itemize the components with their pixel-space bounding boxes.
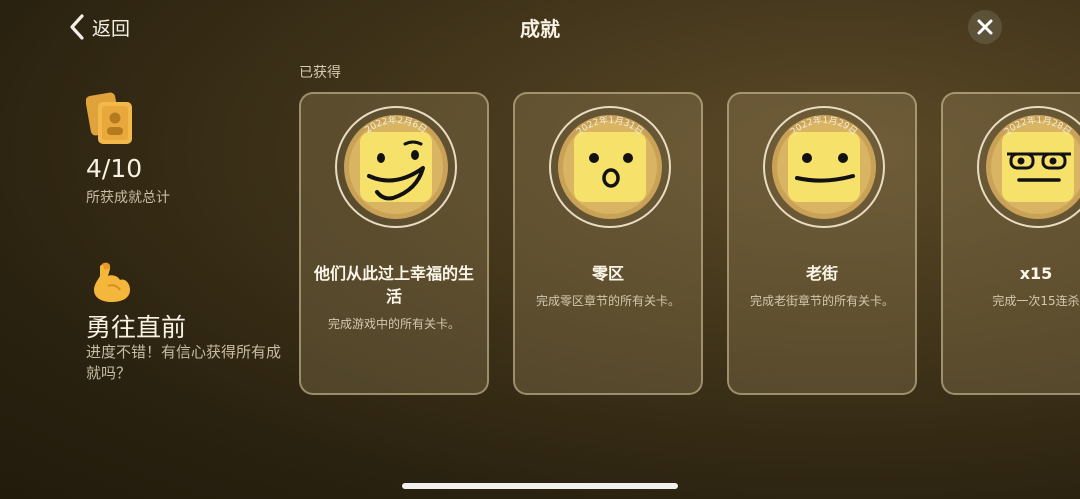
achievement-description: 完成一次15连杀 (992, 294, 1080, 308)
achievement-count-label: 所获成就总计 (86, 190, 170, 206)
achievement-title: 他们从此过上幸福的生活 (313, 264, 474, 306)
achievement-card[interactable]: 2022年2月6日 他们从此过上幸福的生活 完成游戏中的所有关卡。 (299, 92, 489, 395)
achievement-title: 零区 (591, 264, 624, 283)
achievement-description: 完成游戏中的所有关卡。 (327, 317, 460, 331)
achievement-title: 老街 (805, 264, 838, 283)
motto-description: 进度不错！有信心获得所有成就吗？ (86, 343, 282, 382)
section-label-earned: 已获得 (299, 65, 341, 81)
surprised-face-badge-icon: 2022年1月31日 (549, 106, 671, 228)
flexed-biceps-icon (94, 262, 130, 302)
achievement-title: x15 (1019, 264, 1053, 283)
achievement-summary: 4/10 所获成就总计 勇往直前 进度不错！有信心获得所有成就吗？ (86, 92, 286, 382)
achievement-card[interactable]: 2022年1月31日 零区 完成零区章节的所有关卡。 (513, 92, 703, 395)
achievement-count: 4/10 (86, 154, 143, 183)
close-button[interactable] (968, 10, 1002, 44)
home-indicator[interactable] (402, 483, 678, 489)
motto-title: 勇往直前 (86, 313, 187, 342)
achievement-description: 完成零区章节的所有关卡。 (535, 294, 680, 308)
achievement-card[interactable]: 2022年1月28日 x15 完成一次15连杀 (941, 92, 1080, 395)
achievement-list[interactable]: 2022年2月6日 他们从此过上幸福的生活 完成游戏中的所有关卡。 2022年1… (298, 92, 1080, 400)
page-title: 成就 (520, 17, 560, 41)
close-icon (977, 19, 993, 35)
glasses-face-badge-icon: 2022年1月28日 (977, 106, 1080, 228)
achievement-description: 完成老街章节的所有关卡。 (749, 294, 894, 308)
achievement-card[interactable]: 2022年1月29日 老街 完成老街章节的所有关卡。 (727, 92, 917, 395)
neutral-face-badge-icon: 2022年1月29日 (763, 106, 885, 228)
cards-icon (86, 92, 132, 144)
smirk-face-badge-icon: 2022年2月6日 (335, 106, 457, 228)
top-bar: 返回 成就 (0, 0, 1080, 54)
